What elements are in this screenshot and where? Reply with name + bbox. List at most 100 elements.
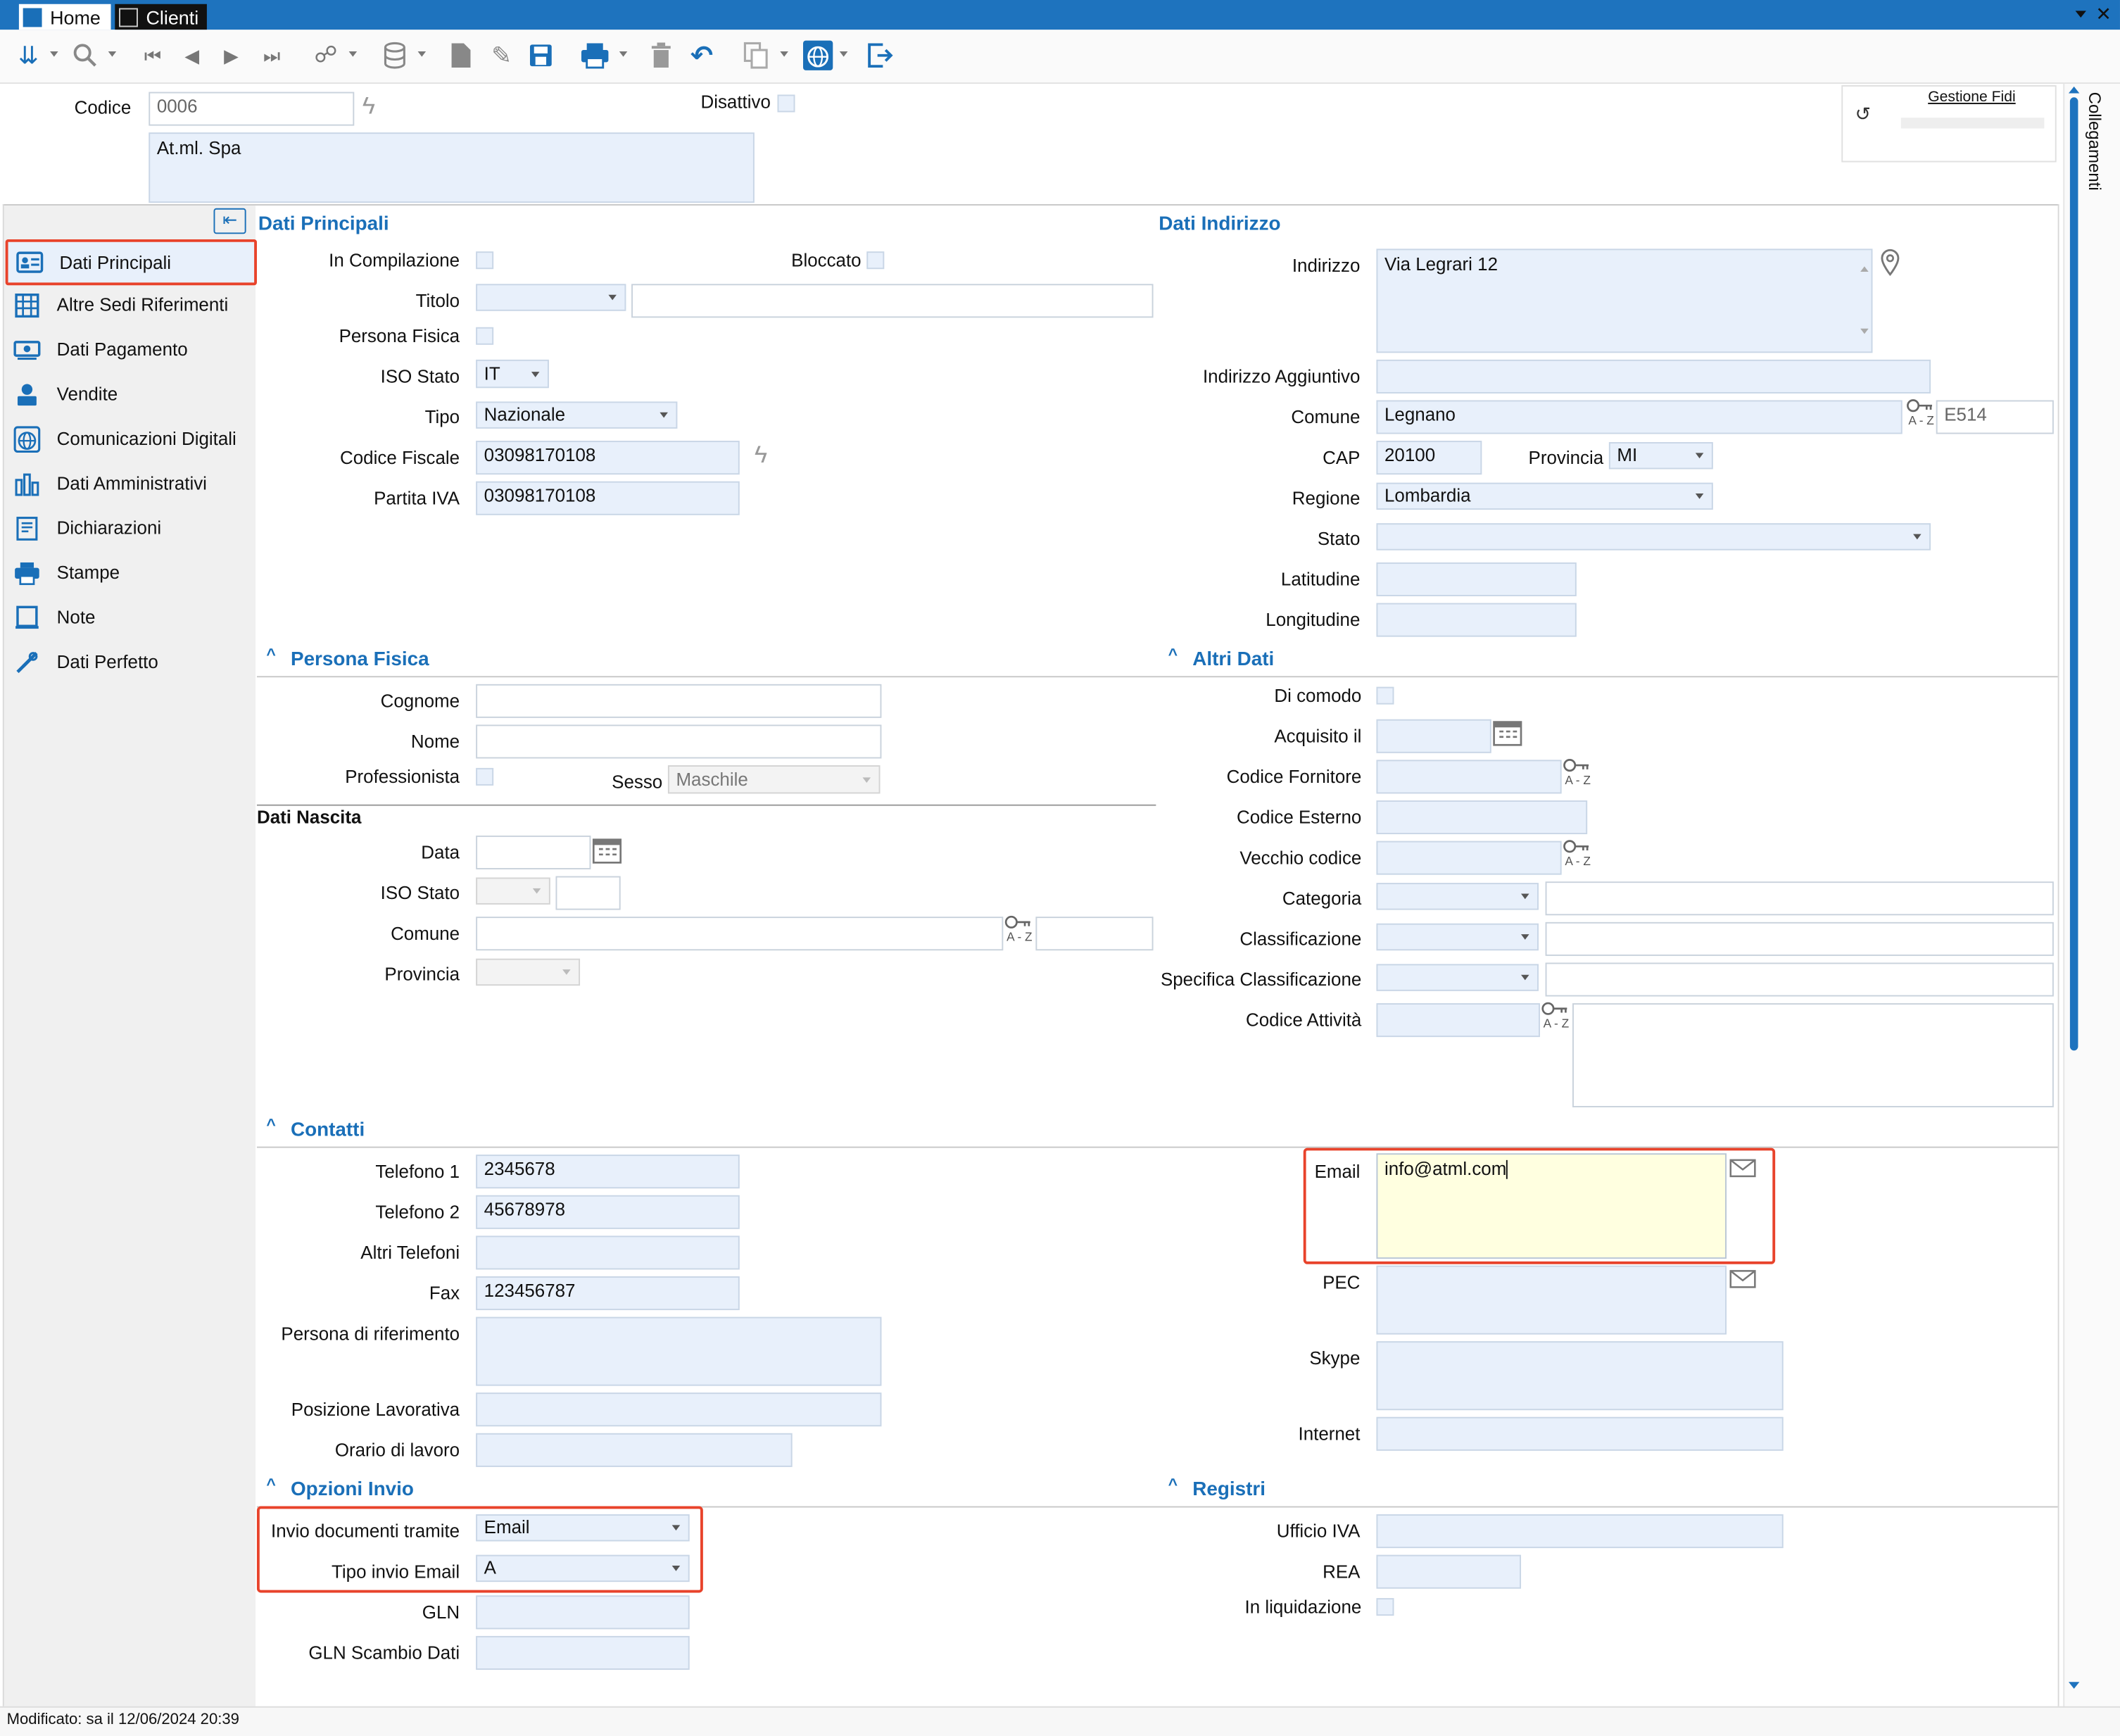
iso-stato-select[interactable]: IT	[476, 359, 549, 389]
satellite-icon[interactable]: ☍	[311, 41, 341, 70]
delete-trash-icon[interactable]	[646, 41, 676, 70]
persona-riferimento-field[interactable]	[476, 1316, 882, 1386]
scroll-down-icon[interactable]	[2068, 1682, 2080, 1689]
calendar-icon[interactable]	[1493, 718, 1522, 752]
professionista-checkbox[interactable]	[476, 767, 494, 786]
collapse-caret-icon[interactable]: ^	[266, 645, 275, 664]
print-icon[interactable]	[580, 41, 610, 70]
key-az-icon[interactable]: A - Z	[1563, 840, 1593, 875]
dropdown-arrow-icon[interactable]	[348, 51, 358, 57]
scroll-up-icon[interactable]	[1860, 266, 1869, 272]
search-icon[interactable]	[70, 41, 100, 70]
disattivo-checkbox[interactable]	[777, 94, 795, 113]
save-icon[interactable]	[526, 41, 555, 70]
tab-home[interactable]: Home	[18, 4, 111, 30]
classificazione-description[interactable]	[1545, 922, 2054, 956]
lightning-icon[interactable]: ϟ	[755, 441, 767, 469]
acquisito-il-field[interactable]	[1376, 719, 1491, 753]
refresh-icon[interactable]: ↺	[1855, 103, 1871, 126]
stato-select[interactable]	[1376, 523, 1931, 551]
posizione-lavorativa-field[interactable]	[476, 1392, 882, 1427]
dropdown-arrow-icon[interactable]	[50, 51, 58, 57]
next-record-icon[interactable]: ▶	[216, 41, 246, 70]
cap-field[interactable]: 20100	[1376, 441, 1482, 475]
internet-field[interactable]	[1376, 1416, 1784, 1451]
sidebar-item-note[interactable]: Note	[6, 596, 257, 639]
undo-icon[interactable]: ↶	[687, 41, 717, 71]
sidebar-item-dati-principali[interactable]: Dati Principali	[5, 239, 257, 286]
telefono2-field[interactable]: 45678978	[476, 1195, 740, 1229]
nome-field[interactable]	[476, 724, 882, 759]
scroll-up-icon[interactable]	[2068, 86, 2080, 94]
sidebar-item-dati-pagamento[interactable]: Dati Pagamento	[6, 329, 257, 371]
ufficio-iva-field[interactable]	[1376, 1514, 1784, 1549]
pec-field[interactable]	[1376, 1265, 1727, 1335]
chevron-down-icon[interactable]	[2075, 11, 2086, 18]
scroll-down-icon[interactable]	[1860, 328, 1869, 334]
new-document-icon[interactable]	[446, 41, 476, 70]
tipo-select[interactable]: Nazionale	[476, 401, 678, 429]
specifica-classificazione-select[interactable]	[1376, 964, 1539, 991]
codice-field[interactable]: 0006	[149, 92, 355, 126]
collapse-caret-icon[interactable]: ^	[1168, 645, 1178, 664]
codice-esterno-field[interactable]	[1376, 800, 1588, 835]
dropdown-arrow-icon[interactable]	[417, 51, 427, 57]
collapse-caret-icon[interactable]: ^	[266, 1115, 275, 1134]
altri-telefoni-field[interactable]	[476, 1235, 740, 1270]
exit-icon[interactable]	[865, 41, 895, 70]
telefono1-field[interactable]: 2345678	[476, 1155, 740, 1189]
comune-field[interactable]: Legnano	[1376, 400, 1903, 434]
map-pin-icon[interactable]	[1881, 249, 1900, 279]
gln-field[interactable]	[476, 1595, 690, 1630]
comune-code-field[interactable]: E514	[1936, 400, 2054, 434]
sidebar-item-altre-sedi[interactable]: Altre Sedi Riferimenti	[6, 284, 257, 326]
nascita-iso-stato-text[interactable]	[555, 876, 621, 910]
collapse-caret-icon[interactable]: ^	[266, 1475, 275, 1494]
codice-fornitore-field[interactable]	[1376, 760, 1562, 794]
codice-attivita-field[interactable]	[1376, 1003, 1540, 1038]
gln-scambio-field[interactable]	[476, 1635, 690, 1670]
calendar-icon[interactable]	[592, 836, 622, 869]
categoria-description[interactable]	[1545, 881, 2054, 916]
dropdown-arrow-icon[interactable]	[780, 51, 788, 57]
sidebar-item-comunicazioni-digitali[interactable]: Comunicazioni Digitali	[6, 417, 257, 460]
database-icon[interactable]	[380, 41, 410, 70]
last-record-icon[interactable]: ⏭	[257, 41, 286, 70]
sidebar-item-dati-perfetto[interactable]: Dati Perfetto	[6, 641, 257, 683]
cognome-field[interactable]	[476, 684, 882, 718]
collegamenti-tab[interactable]: Collegamenti	[2085, 92, 2104, 191]
rea-field[interactable]	[1376, 1554, 1522, 1589]
close-icon[interactable]: ✕	[2095, 4, 2112, 23]
partita-iva-field[interactable]: 03098170108	[476, 481, 740, 515]
collapse-sidebar-icon[interactable]: ⇤	[213, 208, 246, 234]
sidebar-item-stampe[interactable]: Stampe	[6, 552, 257, 594]
envelope-icon[interactable]	[1729, 1269, 1756, 1292]
in-compilazione-checkbox[interactable]	[476, 251, 494, 270]
sidebar-item-vendite[interactable]: Vendite	[6, 373, 257, 415]
skype-field[interactable]	[1376, 1341, 1784, 1411]
dropdown-arrow-icon[interactable]	[619, 51, 628, 57]
sesso-select[interactable]: Maschile	[667, 765, 881, 794]
classificazione-select[interactable]	[1376, 923, 1539, 951]
copy-icon[interactable]	[741, 41, 771, 70]
bloccato-checkbox[interactable]	[866, 251, 885, 270]
first-record-icon[interactable]: ⏮	[138, 41, 168, 70]
titolo-select[interactable]	[476, 284, 626, 311]
vecchio-codice-field[interactable]	[1376, 841, 1562, 875]
nascita-comune-field[interactable]	[476, 917, 1004, 951]
lightning-icon[interactable]: ϟ	[362, 92, 375, 120]
codice-attivita-description[interactable]	[1572, 1003, 2054, 1107]
indirizzo-field[interactable]: Via Legrari 12	[1376, 249, 1873, 353]
key-az-icon[interactable]: A - Z	[1906, 399, 1936, 434]
data-field[interactable]	[476, 835, 591, 869]
dropdown-arrow-icon[interactable]	[839, 51, 848, 57]
nascita-iso-stato-select[interactable]	[476, 877, 550, 905]
longitudine-field[interactable]	[1376, 603, 1577, 637]
web-globe-icon[interactable]	[800, 38, 835, 73]
regione-select[interactable]: Lombardia	[1376, 482, 1713, 510]
scrollbar-thumb[interactable]	[2069, 97, 2078, 1051]
di-comodo-checkbox[interactable]	[1376, 686, 1394, 705]
provincia-select[interactable]: MI	[1608, 442, 1713, 470]
indirizzo-aggiuntivo-field[interactable]	[1376, 359, 1931, 394]
expand-all-icon[interactable]: ⇊	[13, 41, 43, 70]
